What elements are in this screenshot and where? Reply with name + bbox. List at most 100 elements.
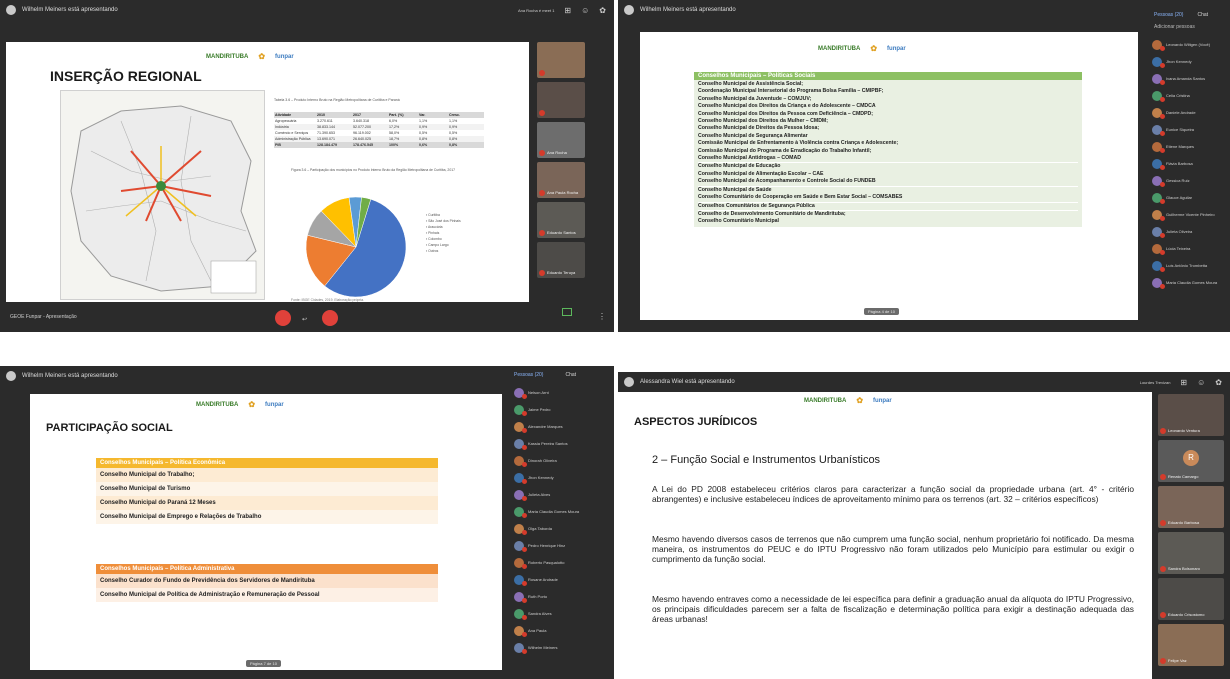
participant-video[interactable]: Felipe Vaz — [1158, 624, 1224, 666]
participant-video[interactable]: Leonardo Ventura — [1158, 394, 1224, 436]
activities-icon[interactable]: ✿ — [1215, 378, 1222, 387]
person-row[interactable]: Jaime Pedro — [510, 401, 614, 418]
page-indicator: Página 7 de 10 — [246, 660, 281, 667]
person-name: Dinorah Oliveira — [528, 458, 557, 463]
person-row[interactable]: Julieta Alves — [510, 486, 614, 503]
council-row: Conselho Municipal de Saúde — [698, 185, 1078, 194]
avatar — [514, 489, 527, 501]
council-row: Conselho Municipal de Educação — [698, 162, 1078, 170]
panel-3-people-panel: Pessoas (20) Chat Nelson Arnt Jaime Pedro… — [510, 370, 614, 679]
avatar — [1152, 107, 1165, 119]
people-icon[interactable]: ☺ — [1197, 378, 1205, 387]
person-name: Eunice Siqueira — [1166, 127, 1195, 132]
participant-video[interactable]: Eduardo Santos — [537, 202, 585, 238]
participant-video[interactable]: Eduardo Crisostomo — [1158, 578, 1224, 620]
person-row[interactable]: Guilherme Vicente Pinheiro — [1148, 206, 1230, 223]
avatar — [1152, 209, 1165, 221]
grid-layout-icon[interactable]: ⊞ — [564, 6, 571, 15]
avatar — [514, 608, 527, 620]
participant-video[interactable]: Sandra Bolsonaro — [1158, 532, 1224, 574]
chat-tab[interactable]: Chat — [1197, 12, 1208, 18]
participant-video[interactable]: Ana Paula Rocha — [537, 162, 585, 198]
person-row[interactable]: Ruth Porto — [510, 588, 614, 605]
participant-name: Eduardo Teruya — [547, 270, 576, 275]
pib-table: Atividade 2010 2017 Part. (%) Var. Cresc. Agr… — [274, 112, 484, 148]
person-name: Ruth Porto — [528, 594, 548, 599]
person-row[interactable]: Etiene Marques — [1148, 138, 1230, 155]
present-now-icon[interactable] — [562, 308, 572, 316]
person-row[interactable]: Ivana Amanda Santos — [1148, 70, 1230, 87]
person-row[interactable]: Daniele Andrade — [1148, 104, 1230, 121]
meeting-name[interactable]: GEOE Funpar - Apresentação — [10, 314, 77, 320]
avatar — [1152, 243, 1165, 255]
person-row[interactable]: Maria Claudia Gomes Moura — [1148, 274, 1230, 291]
participant-video[interactable]: R Renato Camargo — [1158, 440, 1224, 482]
slide-logos: MANDIRITUBA ✿ funpar — [804, 396, 892, 405]
participant-video[interactable] — [537, 42, 585, 78]
person-row[interactable]: Gessica Ruiz — [1148, 172, 1230, 189]
avatar — [514, 625, 527, 637]
person-row[interactable]: Jhon Kennedy — [510, 469, 614, 486]
hangup-button[interactable]: ↩ — [302, 316, 307, 323]
council-row: Conselho Municipal de Turismo — [96, 482, 438, 496]
activities-icon[interactable]: ✿ — [599, 6, 606, 15]
grid-layout-icon[interactable]: ⊞ — [1180, 378, 1187, 387]
person-row[interactable]: Sandra Alves — [510, 605, 614, 622]
person-row[interactable]: Ana Paula — [510, 622, 614, 639]
person-row[interactable]: Jhon Kennedy — [1148, 53, 1230, 70]
person-row[interactable]: Nelson Arnt — [510, 384, 614, 401]
person-row[interactable]: Maria Claudia Gomes Moura — [510, 503, 614, 520]
person-name: Julieta Oliveira — [1166, 229, 1193, 234]
person-row[interactable]: Julieta Oliveira — [1148, 223, 1230, 240]
people-icon[interactable]: ☺ — [581, 6, 589, 15]
person-row[interactable]: Glauce Aguilar — [1148, 189, 1230, 206]
presenter-label: Wilhelm Meiners está apresentando — [640, 7, 736, 13]
panel-4-topbar: Alessandra Wiel está apresentando Lourde… — [618, 372, 1230, 392]
person-row[interactable]: Lúcia Teixeira — [1148, 240, 1230, 257]
person-row[interactable]: Kassia Pereira Santos — [510, 435, 614, 452]
mandirituba-logo: MANDIRITUBA — [818, 45, 861, 52]
person-name: Jaime Pedro — [528, 407, 551, 412]
mic-off-button[interactable] — [275, 310, 291, 326]
add-people-button[interactable]: Adicionar pessoas — [1148, 22, 1230, 32]
person-row[interactable]: Rosane Andrade — [510, 571, 614, 588]
person-row[interactable]: Luís Antônio Trombetta — [1148, 257, 1230, 274]
person-row[interactable]: Wilhelm Meiners — [510, 639, 614, 656]
avatar — [514, 438, 527, 450]
person-row[interactable]: Olga Taborda — [510, 520, 614, 537]
participant-video[interactable]: Eduardo Teruya — [537, 242, 585, 278]
panel-3: Wilhelm Meiners está apresentando MANDIR… — [0, 366, 614, 679]
people-tab[interactable]: Pessoas (20) — [1154, 12, 1183, 18]
map-svg — [70, 105, 257, 294]
avatar — [1152, 56, 1165, 68]
person-row[interactable]: Flávia Barbosa — [1148, 155, 1230, 172]
mic-muted-icon — [1160, 612, 1166, 618]
panel-4: Alessandra Wiel está apresentando Lourde… — [618, 372, 1230, 679]
person-row[interactable]: Leonardo Wiltgen (Você) — [1148, 36, 1230, 53]
person-name: Nelson Arnt — [528, 390, 549, 395]
council-row: Conselho Municipal de Segurança Alimenta… — [698, 132, 808, 139]
participant-video[interactable]: Eduardo Barbosa — [1158, 486, 1224, 528]
presenter-avatar — [624, 5, 634, 15]
people-tab[interactable]: Pessoas (20) — [514, 372, 543, 378]
participant-name: Felipe Vaz — [1168, 658, 1187, 663]
panel-1-topbar: Wilhelm Meiners está apresentando Ana Ro… — [0, 0, 614, 20]
chat-tab[interactable]: Chat — [565, 372, 576, 378]
participant-video[interactable] — [537, 82, 585, 118]
person-row[interactable]: Roberto Pasqualotto — [510, 554, 614, 571]
person-row[interactable]: Eunice Siqueira — [1148, 121, 1230, 138]
avatar — [514, 557, 527, 569]
slide-logos: MANDIRITUBA ✿ funpar — [818, 44, 906, 53]
mic-muted-icon — [1160, 658, 1166, 664]
person-name: Glauce Aguilar — [1166, 195, 1193, 200]
person-row[interactable]: Pedro Henrique Hinz — [510, 537, 614, 554]
person-row[interactable]: Alexandre Marques — [510, 418, 614, 435]
council-row: Coordenação Municipal Intersetorial do P… — [698, 88, 884, 95]
mic-muted-icon — [539, 230, 545, 236]
participant-video[interactable]: Ana Rocha — [537, 122, 585, 158]
person-row[interactable]: Celia Cristina — [1148, 87, 1230, 104]
person-row[interactable]: Dinorah Oliveira — [510, 452, 614, 469]
more-options-icon[interactable]: ⋮ — [598, 312, 606, 321]
camera-off-button[interactable] — [322, 310, 338, 326]
avatar — [514, 472, 527, 484]
